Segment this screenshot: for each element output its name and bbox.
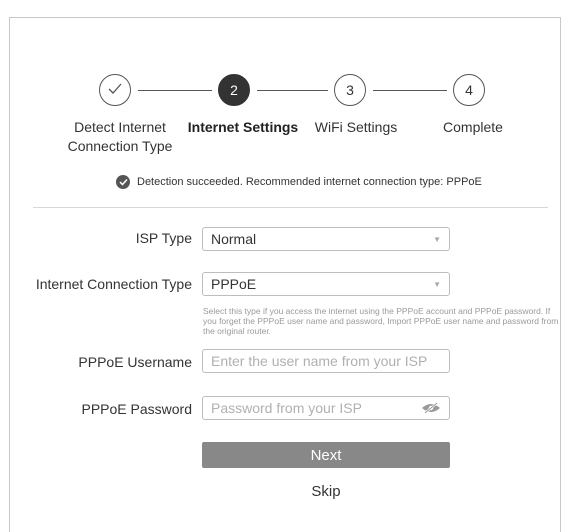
skip-link[interactable]: Skip [202,483,450,500]
isp-type-label: ISP Type [135,230,192,246]
step-4-circle: 4 [453,74,485,106]
connection-type-help: Select this type if you access the inter… [203,306,559,336]
step-4-label: Complete [443,119,503,135]
section-divider [33,207,548,208]
dropdown-arrow-icon: ▼ [433,279,441,289]
step-connector-3 [373,90,447,91]
isp-type-select[interactable]: Normal ▼ [202,227,450,251]
dropdown-arrow-icon: ▼ [433,234,441,244]
step-connector-2 [257,90,328,91]
step-1-label-line2: Connection Type [67,138,173,154]
isp-type-value: Normal [211,231,257,247]
step-4-number: 4 [465,82,473,98]
pppoe-password-input[interactable] [211,400,421,416]
check-icon [107,82,123,99]
pppoe-username-input[interactable] [211,353,441,369]
pppoe-username-field[interactable] [202,349,450,373]
pppoe-username-label: PPPoE Username [78,354,192,370]
connection-type-value: PPPoE [211,276,257,292]
detection-status-text: Detection succeeded. Recommended interne… [137,176,482,188]
detection-status: Detection succeeded. Recommended interne… [116,175,482,189]
step-2-number: 2 [230,82,238,98]
step-3-label: WiFi Settings [314,119,398,135]
step-1-circle [99,74,131,106]
step-2-circle: 2 [218,74,250,106]
step-1-label: Detect Internet Connection Type [58,118,182,156]
connection-type-select[interactable]: PPPoE ▼ [202,272,450,296]
next-button[interactable]: Next [202,442,450,468]
connection-type-label: Internet Connection Type [35,276,192,292]
pppoe-password-field[interactable] [202,396,450,420]
check-circle-icon [116,175,130,189]
pppoe-password-label: PPPoE Password [81,401,193,417]
step-2-label: Internet Settings [187,119,299,135]
eye-off-icon[interactable] [421,402,441,414]
step-3-circle: 3 [334,74,366,106]
step-1-label-line1: Detect Internet [74,119,166,135]
step-3-number: 3 [346,82,354,98]
step-connector-1 [138,90,212,91]
